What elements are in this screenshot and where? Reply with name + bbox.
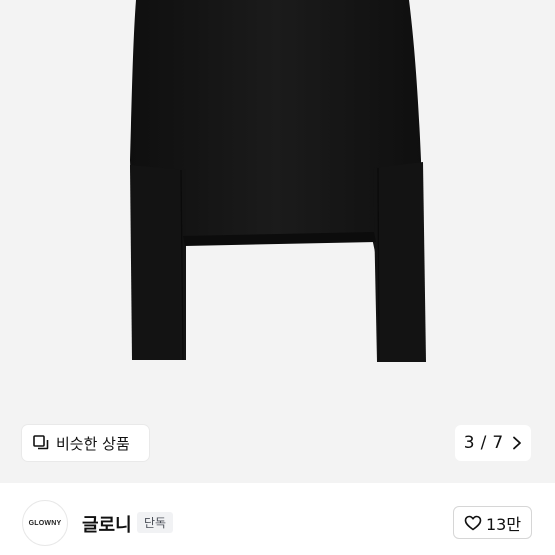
seller-avatar[interactable]: GLOWNY <box>22 500 68 546</box>
product-photo-black-long-sleeve-top <box>130 0 426 362</box>
like-button[interactable]: 13만 <box>453 506 532 539</box>
similar-items-button[interactable]: 비슷한 상품 <box>22 425 149 461</box>
image-pager[interactable]: 3 / 7 <box>455 425 531 461</box>
heart-outline-icon <box>464 515 482 530</box>
seller-logo-text: GLOWNY <box>28 519 62 527</box>
similar-items-label: 비슷한 상품 <box>56 434 130 453</box>
seller-bar: GLOWNY 글로니 단독 13만 <box>0 483 555 555</box>
similar-items-icon <box>33 435 49 450</box>
like-count: 13만 <box>485 514 522 534</box>
exclusive-badge: 단독 <box>137 512 174 533</box>
seller-name[interactable]: 글로니 <box>82 511 132 537</box>
product-image-gallery[interactable]: 비슷한 상품 3 / 7 <box>0 0 555 483</box>
chevron-right-icon <box>513 436 522 450</box>
page-separator: / <box>480 433 487 453</box>
total-pages: 7 <box>492 433 504 453</box>
current-page: 3 <box>463 433 475 453</box>
